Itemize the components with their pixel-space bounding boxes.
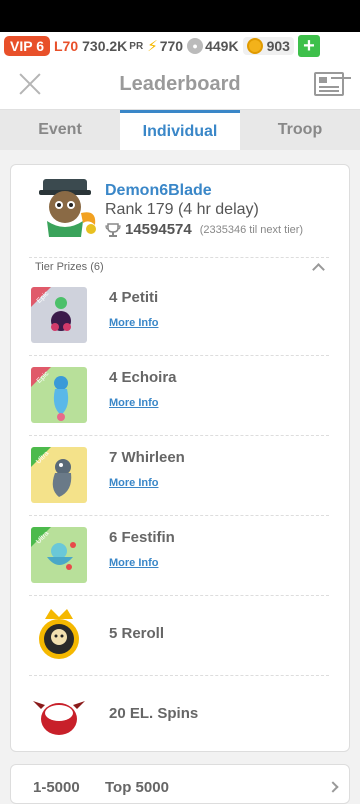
more-info-link[interactable]: More Info (109, 477, 159, 489)
prize-name: 6 Festifin (109, 529, 175, 546)
divider (29, 257, 329, 258)
player-score: 14594574 (2335346 til next tier) (105, 221, 303, 238)
chevron-right-icon[interactable] (327, 781, 339, 793)
prize-name: 4 Echoira (109, 369, 177, 386)
energy-bolt-icon: ⚡ (147, 38, 158, 55)
food-amount: 449K (205, 38, 239, 54)
power-value: 730.2K PR (82, 38, 143, 54)
next-tier-note: (2335346 til next tier) (199, 223, 304, 236)
prize-item: Ultra 7 Whirleen More Info (29, 435, 329, 515)
more-info-link[interactable]: More Info (109, 397, 159, 409)
energy-amount: 770 (159, 38, 184, 54)
resource-bar: VIP 6 L70 730.2K PR ⚡ 770 ● 449K 903 + (0, 32, 360, 60)
player-card: Demon6Blade Rank 179 (4 hr delay) 145945… (10, 164, 350, 752)
paw-icon: ● (187, 38, 204, 54)
chevron-up-icon[interactable] (312, 263, 325, 276)
more-info-link[interactable]: More Info (109, 557, 159, 569)
gem-amount: 903 (266, 38, 290, 54)
player-rank: Rank 179 (4 hr delay) (105, 201, 259, 218)
more-info-link[interactable]: More Info (109, 317, 159, 329)
whirleen-image: Ultra (31, 447, 87, 503)
prize-name: 5 Reroll (109, 625, 165, 642)
trophy-icon (105, 222, 121, 237)
prize-name: 20 EL. Spins (109, 705, 199, 722)
prize-name: 7 Whirleen (109, 449, 185, 466)
tab-bar: Event Individual Troop (0, 110, 360, 150)
festifin-image: Ultra (31, 527, 87, 583)
add-gems-button[interactable]: + (297, 35, 320, 57)
gem-value[interactable]: 903 (242, 37, 294, 55)
newspaper-icon[interactable] (314, 72, 344, 96)
tier-prizes-label: Tier Prizes (6) (35, 261, 104, 273)
avatar (39, 179, 96, 237)
prize-item: 5 Reroll (29, 595, 329, 675)
player-name[interactable]: Demon6Blade (105, 182, 212, 200)
elemental-spins-icon (31, 687, 87, 743)
reroll-icon (31, 607, 87, 663)
prize-item: 20 EL. Spins (29, 675, 329, 755)
power-unit: PR (129, 40, 144, 52)
prize-item: Ultra 6 Festifin More Info (29, 515, 329, 595)
score-value: 14594574 (125, 221, 192, 238)
food-value: ● 449K (187, 38, 239, 54)
status-bar (0, 0, 360, 32)
tab-individual[interactable]: Individual (120, 110, 240, 150)
prize-item: Epic 4 Petiti More Info (29, 275, 329, 355)
tier-label: Top 5000 (105, 779, 169, 796)
tier-range: 1-5000 (33, 779, 80, 796)
echoira-image: Epic (31, 367, 87, 423)
prize-name: 4 Petiti (109, 289, 159, 306)
page-header: Leaderboard (0, 60, 360, 110)
vip-badge[interactable]: VIP 6 (4, 36, 50, 56)
energy-value: ⚡ 770 (147, 37, 183, 55)
tier-row[interactable]: 1-5000 Top 5000 (10, 764, 350, 804)
petiti-image: Epic (31, 287, 87, 343)
gem-coin-icon (246, 38, 263, 54)
tab-troop[interactable]: Troop (240, 110, 360, 150)
prize-item: Epic 4 Echoira More Info (29, 355, 329, 435)
level-label: L70 (54, 38, 79, 54)
page-title: Leaderboard (119, 73, 241, 95)
power-amount: 730.2K (82, 38, 128, 54)
tab-event[interactable]: Event (0, 110, 120, 150)
